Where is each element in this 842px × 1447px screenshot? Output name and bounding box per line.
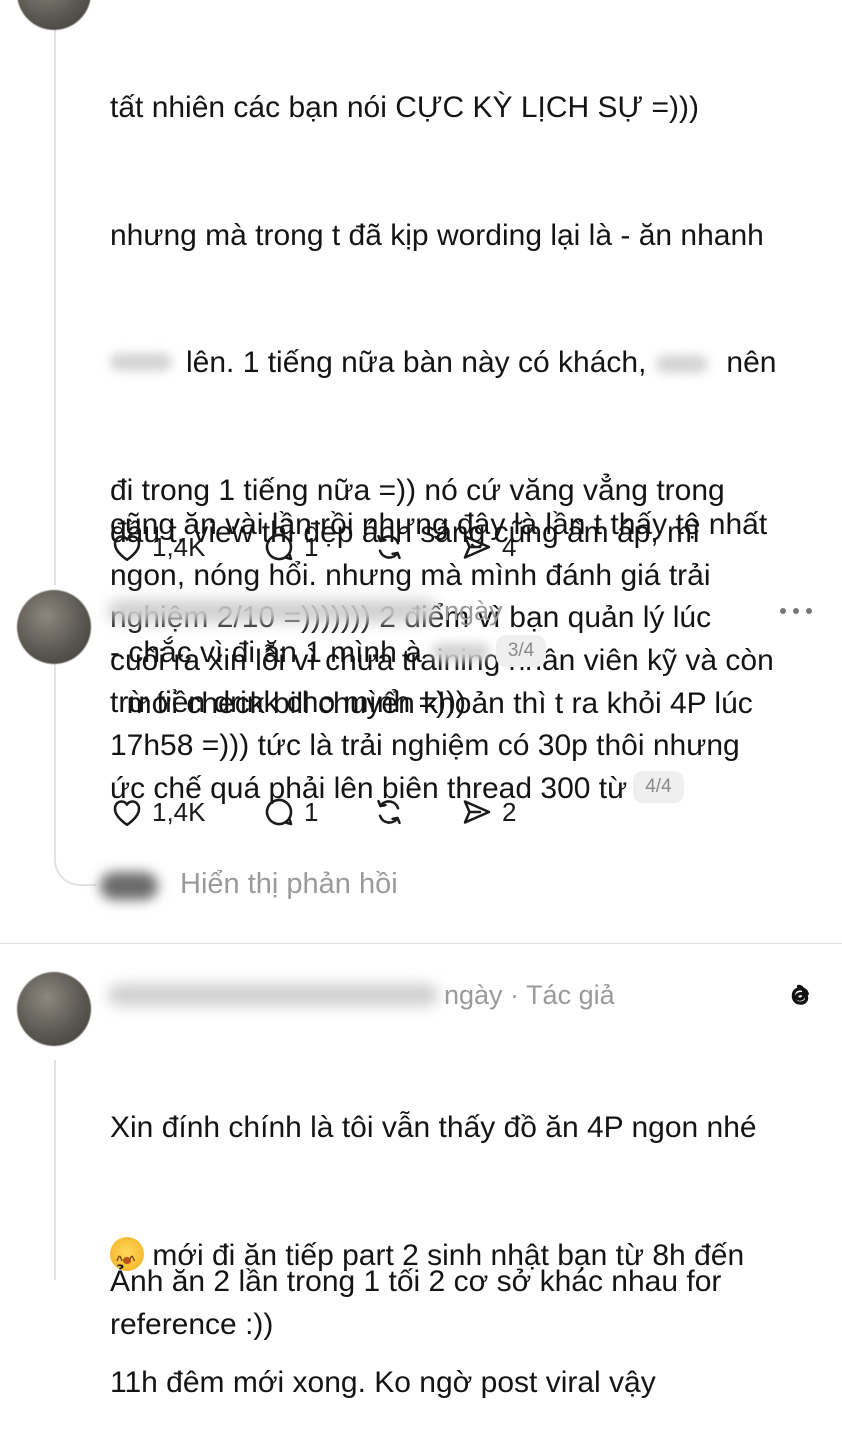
comment-icon	[265, 798, 293, 826]
reply-count: 1	[304, 796, 319, 827]
text-block: Ảnh ăn 2 lần trong 1 tối 2 cơ sở khác nh…	[110, 1265, 722, 1341]
repost-button[interactable]	[370, 529, 408, 565]
like-button[interactable]: 1,4K	[108, 794, 206, 830]
more-icon-dot	[793, 608, 799, 614]
repost-button[interactable]	[370, 794, 408, 830]
thread-line	[54, 30, 56, 585]
reply-count: 1	[304, 531, 319, 562]
avatar[interactable]	[17, 0, 91, 30]
like-count: 1,4K	[152, 531, 206, 562]
post-text: Ảnh ăn 2 lần trong 1 tối 2 cơ sở khác nh…	[110, 1176, 825, 1389]
share-count: 2	[502, 796, 517, 827]
text-line: Xin đính chính là tôi vẫn thấy đồ ăn 4P …	[110, 1111, 757, 1144]
share-count: 4	[502, 531, 517, 562]
repost-icon	[377, 799, 401, 825]
text-line: lên. 1 tiếng nữa bàn này có khách, nên	[110, 342, 825, 385]
avatar[interactable]	[17, 590, 91, 664]
heart-icon	[113, 800, 141, 827]
thread-line	[54, 660, 56, 855]
reply-button[interactable]: 1	[260, 794, 318, 830]
thread-line	[54, 1060, 56, 1280]
thread-line-curve	[54, 840, 96, 886]
text-fragment: nên	[726, 346, 777, 379]
comment-icon	[265, 533, 293, 561]
share-button[interactable]: 2	[458, 794, 516, 830]
like-button[interactable]: 1,4K	[108, 529, 206, 565]
threads-logo-icon[interactable]	[782, 977, 818, 1018]
redacted-text	[110, 353, 172, 372]
send-icon	[463, 535, 491, 559]
post-time: ngày	[444, 596, 503, 626]
repost-icon	[377, 534, 401, 560]
post-time: ngày · Tác giả	[444, 980, 615, 1010]
redacted-text	[656, 355, 709, 374]
username[interactable]	[108, 984, 438, 1006]
reply-avatars	[100, 872, 158, 900]
show-replies-link[interactable]: Hiển thị phản hồi	[180, 868, 398, 901]
avatar[interactable]	[17, 972, 91, 1046]
username[interactable]	[108, 600, 438, 622]
thread-pager: 4/4	[633, 770, 684, 803]
text-line: tất nhiên các bạn nói CỰC KỲ LỊCH SỰ =))…	[110, 91, 699, 124]
more-icon-dot	[780, 608, 786, 614]
divider	[0, 943, 842, 944]
more-button[interactable]	[780, 608, 812, 614]
more-icon-dot	[806, 608, 812, 614]
heart-icon	[113, 535, 141, 562]
text-fragment: lên. 1 tiếng nữa bàn này có khách,	[186, 346, 647, 379]
like-count: 1,4K	[152, 796, 206, 827]
reply-button[interactable]: 1	[260, 529, 318, 565]
send-icon	[463, 800, 491, 824]
post-text: mới check bill chuyển khoản thì t ra khỏ…	[110, 640, 825, 810]
text-line: nhưng mà trong t đã kịp wording lại là -…	[110, 218, 764, 252]
share-button[interactable]: 4	[458, 529, 516, 565]
